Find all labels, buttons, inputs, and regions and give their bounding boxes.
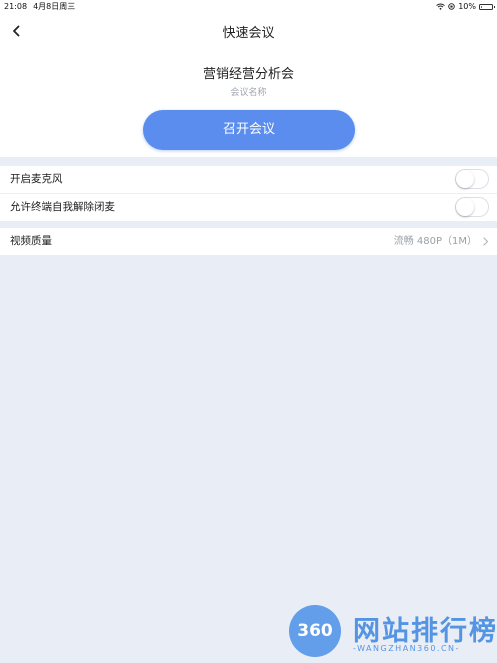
video-settings-group: 视频质量 流畅 480P（1M） bbox=[0, 228, 497, 255]
start-meeting-button[interactable]: 召开会议 bbox=[143, 110, 355, 150]
mic-toggle[interactable] bbox=[455, 169, 489, 189]
video-quality-value: 流畅 480P（1M） bbox=[393, 236, 477, 247]
mic-toggle-knob bbox=[456, 170, 474, 188]
status-bar: 21:08 4月8日周三 10% bbox=[0, 0, 497, 13]
mic-label: 开启麦克风 bbox=[10, 173, 63, 185]
status-right: 10% bbox=[436, 0, 495, 13]
watermark-logo-text: 360 bbox=[297, 621, 333, 641]
chevron-right-icon bbox=[483, 237, 489, 246]
self-unmute-toggle[interactable] bbox=[455, 197, 489, 217]
setting-row-self-unmute: 允许终端自我解除闭麦 bbox=[0, 193, 497, 221]
header-card: 快速会议 营销经营分析会 会议名称 召开会议 bbox=[0, 13, 497, 157]
watermark-subtitle: -WANGZHAN360.CN- bbox=[353, 644, 460, 653]
watermark-title: 网站排行榜 bbox=[353, 616, 497, 647]
status-time: 21:08 bbox=[4, 2, 28, 11]
watermark: 360 网站排行榜 -WANGZHAN360.CN- bbox=[283, 603, 497, 663]
meeting-name-caption: 会议名称 bbox=[230, 88, 267, 98]
self-unmute-toggle-knob bbox=[456, 198, 474, 216]
battery-icon bbox=[479, 3, 495, 10]
page-title: 快速会议 bbox=[222, 26, 275, 41]
wifi-icon bbox=[436, 3, 446, 10]
orientation-lock-icon bbox=[448, 3, 455, 10]
video-quality-label: 视频质量 bbox=[10, 235, 52, 247]
battery-percent: 10% bbox=[458, 2, 476, 11]
status-date: 4月8日周三 bbox=[33, 2, 76, 11]
audio-settings-group: 开启麦克风 允许终端自我解除闭麦 bbox=[0, 166, 497, 221]
self-unmute-label: 允许终端自我解除闭麦 bbox=[10, 201, 115, 213]
setting-row-mic: 开启麦克风 bbox=[0, 166, 497, 193]
status-left: 21:08 4月8日周三 bbox=[4, 0, 81, 13]
meeting-name[interactable]: 营销经营分析会 bbox=[0, 63, 497, 82]
setting-row-video-quality[interactable]: 视频质量 流畅 480P（1M） bbox=[0, 228, 497, 255]
